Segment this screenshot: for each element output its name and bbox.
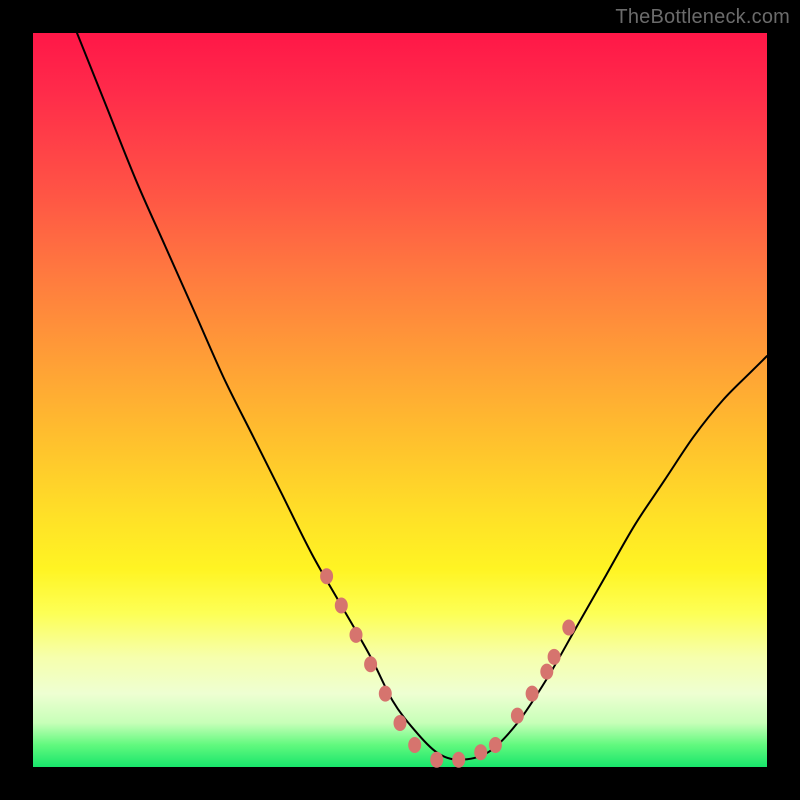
chart-svg — [33, 33, 767, 767]
curve-marker — [365, 657, 377, 672]
bottleneck-curve — [77, 33, 767, 760]
curve-marker — [526, 686, 538, 701]
curve-marker — [335, 598, 347, 613]
marker-group — [321, 569, 575, 768]
chart-frame: TheBottleneck.com — [0, 0, 800, 800]
curve-marker — [563, 620, 575, 635]
curve-marker — [379, 686, 391, 701]
curve-marker — [548, 649, 560, 664]
curve-marker — [453, 752, 465, 767]
curve-marker — [489, 738, 501, 753]
curve-marker — [511, 708, 523, 723]
curve-marker — [431, 752, 443, 767]
curve-marker — [541, 664, 553, 679]
plot-area — [33, 33, 767, 767]
watermark-text: TheBottleneck.com — [615, 6, 790, 29]
curve-marker — [321, 569, 333, 584]
curve-marker — [394, 716, 406, 731]
curve-marker — [350, 627, 362, 642]
curve-marker — [475, 745, 487, 760]
curve-marker — [409, 738, 421, 753]
